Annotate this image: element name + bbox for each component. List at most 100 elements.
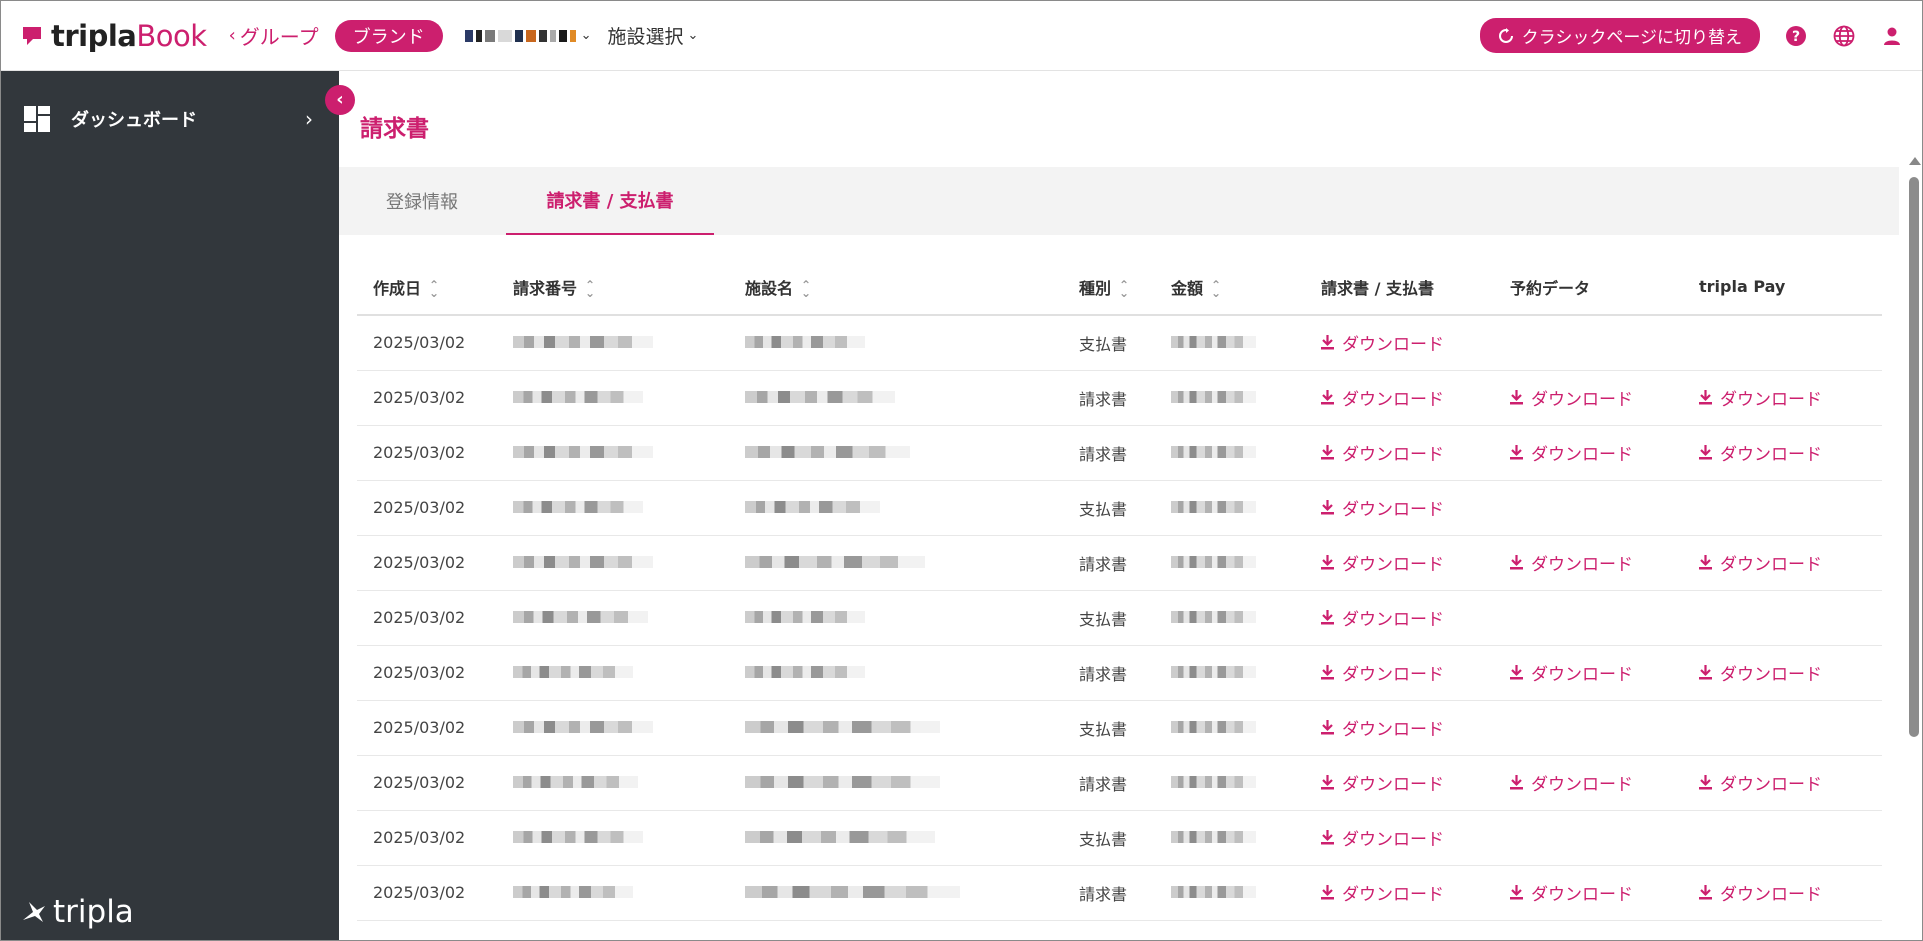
download-link-reservation[interactable]: ダウンロード xyxy=(1510,880,1633,905)
redacted-facility-name xyxy=(745,556,925,568)
redacted-invoice-number xyxy=(513,611,648,623)
download-link-reservation[interactable]: ダウンロード xyxy=(1510,770,1633,795)
download-link-tripla-pay[interactable]: ダウンロード xyxy=(1699,880,1822,905)
download-link-invoice[interactable]: ダウンロード xyxy=(1321,605,1444,630)
cell-pay-download: ダウンロード xyxy=(1683,370,1882,426)
scroll-up-arrow-icon[interactable] xyxy=(1909,157,1921,165)
download-label: ダウンロード xyxy=(1342,830,1444,850)
sidebar-collapse-button[interactable]: ‹ xyxy=(325,85,355,115)
cell-reservation-download: ダウンロード xyxy=(1494,425,1683,481)
column-header-facility-name[interactable]: 施設名 ⌃ ⌄ xyxy=(729,259,1063,316)
sort-icon[interactable]: ⌃ ⌄ xyxy=(429,279,439,299)
download-label: ダウンロード xyxy=(1342,775,1444,795)
logo-text: triplaBook xyxy=(51,19,207,53)
cell-facility-name xyxy=(729,480,1063,536)
download-label: ダウンロード xyxy=(1720,885,1822,905)
sort-icon[interactable]: ⌃ ⌄ xyxy=(1119,279,1129,299)
download-link-invoice[interactable]: ダウンロード xyxy=(1321,880,1444,905)
download-link-tripla-pay[interactable]: ダウンロード xyxy=(1699,550,1822,575)
tripla-footer-logo: tripla xyxy=(21,894,134,930)
sort-icon[interactable]: ⌃ ⌄ xyxy=(585,279,595,299)
help-icon[interactable]: ? xyxy=(1784,24,1808,48)
download-link-reservation[interactable]: ダウンロード xyxy=(1510,440,1633,465)
vertical-scrollbar[interactable] xyxy=(1905,71,1922,940)
cell-facility-name xyxy=(729,370,1063,426)
cell-invoice-download: ダウンロード xyxy=(1305,370,1494,426)
cell-amount xyxy=(1155,370,1305,426)
top-header: triplaBook ‹ グループ ブランド ⌄ 施設選択 ⌄ クラシックページ… xyxy=(1,1,1922,71)
download-link-reservation[interactable]: ダウンロード xyxy=(1510,385,1633,410)
redacted-invoice-number xyxy=(513,336,653,349)
download-link-tripla-pay[interactable]: ダウンロード xyxy=(1699,440,1822,465)
cell-created-date: 2025/03/02 xyxy=(357,535,497,591)
column-header-amount[interactable]: 金額 ⌃ ⌄ xyxy=(1155,259,1305,316)
brand-name-redacted[interactable]: ⌄ xyxy=(464,28,591,43)
download-link-invoice[interactable]: ダウンロード xyxy=(1321,495,1444,520)
cell-pay-download: ダウンロード xyxy=(1683,645,1882,701)
cell-reservation-download: ダウンロード xyxy=(1494,865,1683,921)
download-label: ダウンロード xyxy=(1531,445,1633,465)
user-icon[interactable] xyxy=(1880,24,1904,48)
logo-text-book: Book xyxy=(136,18,207,53)
cell-invoice-number xyxy=(497,700,729,756)
download-link-invoice[interactable]: ダウンロード xyxy=(1321,935,1444,940)
download-link-invoice[interactable]: ダウンロード xyxy=(1321,385,1444,410)
column-header-type[interactable]: 種別 ⌃ ⌄ xyxy=(1063,259,1155,316)
cell-type: 支払書 xyxy=(1063,590,1155,646)
download-label: ダウンロード xyxy=(1720,775,1822,795)
download-link-invoice[interactable]: ダウンロード xyxy=(1321,550,1444,575)
download-link-invoice[interactable]: ダウンロード xyxy=(1321,330,1444,355)
sidebar-item-dashboard[interactable]: ダッシュボード › xyxy=(1,99,339,139)
cell-facility-name xyxy=(729,755,1063,811)
download-link-invoice[interactable]: ダウンロード xyxy=(1321,770,1444,795)
tab-invoices[interactable]: 請求書 / 支払書 xyxy=(506,167,714,235)
sort-icon[interactable]: ⌃ ⌄ xyxy=(801,279,811,299)
column-header-created-date[interactable]: 作成日 ⌃ ⌄ xyxy=(357,259,497,316)
sort-icon[interactable]: ⌃ ⌄ xyxy=(1211,279,1221,299)
sidebar-item-dashboard-label: ダッシュボード xyxy=(71,110,197,131)
group-back-link[interactable]: ‹ グループ xyxy=(229,21,319,50)
scrollbar-thumb[interactable] xyxy=(1909,177,1919,737)
globe-icon[interactable] xyxy=(1832,24,1856,48)
switch-classic-button[interactable]: クラシックページに切り替え xyxy=(1479,18,1760,53)
download-icon xyxy=(1321,555,1334,570)
download-label: ダウンロード xyxy=(1342,555,1444,575)
download-link-reservation[interactable]: ダウンロード xyxy=(1510,660,1633,685)
triplabook-logo[interactable]: triplaBook xyxy=(21,19,207,53)
cell-invoice-number xyxy=(497,755,729,811)
cell-pay-download xyxy=(1683,700,1882,756)
download-link-invoice[interactable]: ダウンロード xyxy=(1321,660,1444,685)
cell-reservation-download: ダウンロード xyxy=(1494,755,1683,811)
download-icon xyxy=(1699,665,1712,680)
cell-reservation-download xyxy=(1494,590,1683,646)
cell-created-date: 2025/03/02 xyxy=(357,810,497,866)
redacted-amount xyxy=(1171,611,1256,623)
cell-facility-name xyxy=(729,700,1063,756)
brand-badge[interactable]: ブランド xyxy=(334,19,443,52)
download-label: ダウンロード xyxy=(1342,720,1444,740)
cell-invoice-number xyxy=(497,315,729,371)
download-link-invoice[interactable]: ダウンロード xyxy=(1321,825,1444,850)
cell-amount xyxy=(1155,865,1305,921)
cell-invoice-number xyxy=(497,480,729,536)
table-row: 2025/03/02 支払書ダウンロード xyxy=(357,920,1882,940)
column-header-invoice-number[interactable]: 請求番号 ⌃ ⌄ xyxy=(497,259,729,316)
redacted-invoice-number xyxy=(513,501,643,513)
download-link-tripla-pay[interactable]: ダウンロード xyxy=(1699,385,1822,410)
tab-registration-info[interactable]: 登録情報 xyxy=(339,167,505,235)
download-icon xyxy=(1321,885,1334,900)
download-label: ダウンロード xyxy=(1720,555,1822,575)
download-link-invoice[interactable]: ダウンロード xyxy=(1321,440,1444,465)
table-header-row: 作成日 ⌃ ⌄ 請求番号 ⌃ ⌄ 施設名 ⌃ ⌄ 種別 ⌃ ⌄ 金額 ⌃ ⌄ 請求書 / 支払書 予… xyxy=(357,259,1882,316)
facility-select[interactable]: 施設選択 ⌄ xyxy=(607,22,698,49)
cell-type: 請求書 xyxy=(1063,865,1155,921)
cell-invoice-download: ダウンロード xyxy=(1305,700,1494,756)
download-link-reservation[interactable]: ダウンロード xyxy=(1510,550,1633,575)
cell-invoice-download: ダウンロード xyxy=(1305,920,1494,940)
download-link-tripla-pay[interactable]: ダウンロード xyxy=(1699,770,1822,795)
download-link-tripla-pay[interactable]: ダウンロード xyxy=(1699,660,1822,685)
download-icon xyxy=(1510,445,1523,460)
download-link-invoice[interactable]: ダウンロード xyxy=(1321,715,1444,740)
redacted-invoice-number xyxy=(513,831,643,843)
logo-text-tripla: tripla xyxy=(51,18,137,53)
